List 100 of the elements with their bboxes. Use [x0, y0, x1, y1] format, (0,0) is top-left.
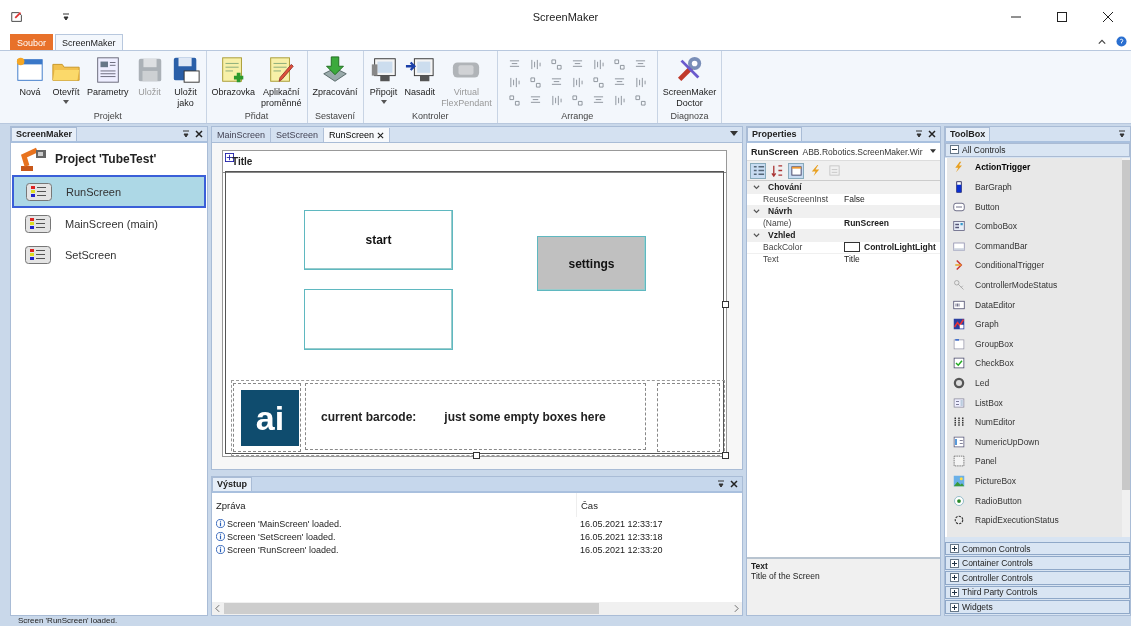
- align-icon: [634, 76, 646, 88]
- close-icon: [1103, 11, 1113, 22]
- toolbox-section[interactable]: Controller Controls: [945, 571, 1130, 585]
- toolbox-item[interactable]: NumericUpDown: [947, 431, 1122, 452]
- pin-icon[interactable]: [1118, 130, 1126, 138]
- dock-tab[interactable]: Properties: [747, 127, 802, 141]
- align-icon: [613, 76, 625, 88]
- column-header[interactable]: Zpráva: [212, 499, 576, 511]
- tree-item[interactable]: RunScreen: [12, 175, 206, 208]
- app-icon[interactable]: [10, 9, 24, 24]
- resize-handle[interactable]: [722, 452, 729, 459]
- radio-icon: [953, 494, 965, 507]
- help-icon[interactable]: [1116, 36, 1127, 47]
- expand-icon: [950, 558, 959, 568]
- ribbon-button[interactable]: Aplikační proměnné: [258, 55, 305, 109]
- toolbox-item[interactable]: Panel: [947, 451, 1122, 472]
- ribbon-button[interactable]: Obrazovka: [208, 55, 259, 98]
- toolbox-section[interactable]: All Controls: [945, 143, 1130, 157]
- toolbox-item[interactable]: CommandBar: [947, 236, 1122, 256]
- toolbox-item[interactable]: DataEditor: [947, 294, 1122, 315]
- sort-button[interactable]: [769, 162, 785, 179]
- toolbox-item[interactable]: Led: [947, 373, 1122, 393]
- group-box-icon: [953, 337, 965, 350]
- property-value[interactable]: False: [844, 194, 865, 204]
- help-text: Title of the Screen: [751, 571, 821, 581]
- align-icon: [634, 94, 646, 106]
- screen-list-icon: [25, 245, 51, 264]
- group-label: Diagnoza: [669, 111, 710, 123]
- resize-handle[interactable]: [722, 301, 729, 308]
- dock-tab[interactable]: Výstup: [212, 477, 252, 491]
- close-icon[interactable]: [195, 130, 203, 138]
- ribbon-button[interactable]: Nasadit: [401, 55, 439, 98]
- led-icon: [953, 377, 965, 389]
- chevron-icon[interactable]: [753, 183, 760, 191]
- vertical-scrollbar[interactable]: [1122, 157, 1130, 537]
- tree-item[interactable]: MainScreen (main): [12, 208, 206, 239]
- toolbox-section[interactable]: Widgets: [945, 600, 1130, 614]
- tree-item[interactable]: SetScreen: [12, 239, 206, 270]
- toolbox-item[interactable]: RapidExecutionStatus: [947, 510, 1122, 530]
- column-header[interactable]: Čas: [576, 493, 598, 517]
- expand-icon: [950, 588, 959, 597]
- pin-icon[interactable]: [915, 130, 923, 138]
- scroll-right-icon[interactable]: [734, 605, 739, 612]
- ribbon-button[interactable]: Otevřít: [48, 55, 84, 104]
- form-button[interactable]: [304, 289, 453, 350]
- properties-button[interactable]: [788, 162, 804, 179]
- toolbox-item[interactable]: ListBox: [947, 392, 1122, 413]
- toolbox-item[interactable]: ActionTrigger: [947, 157, 1122, 178]
- toolbox-item[interactable]: CheckBox: [947, 353, 1122, 374]
- document-tab[interactable]: MainScreen: [212, 128, 272, 142]
- toolbox-item[interactable]: GroupBox: [947, 334, 1122, 354]
- horizontal-scrollbar[interactable]: [212, 602, 742, 615]
- ribbon-button[interactable]: Uložit jako: [167, 55, 204, 109]
- toolbox-item[interactable]: ControllerModeStatus: [947, 275, 1122, 295]
- quick-access-icon[interactable]: [62, 12, 70, 21]
- ribbon-button[interactable]: Parametry: [84, 55, 132, 98]
- toolbox-item[interactable]: Button: [947, 196, 1122, 217]
- close-icon[interactable]: [377, 131, 385, 139]
- close-icon[interactable]: [730, 480, 738, 488]
- align-icon: [613, 58, 625, 70]
- toolbox-item[interactable]: Graph: [947, 314, 1122, 334]
- toolbox-section[interactable]: Container Controls: [945, 556, 1130, 570]
- group-label: Kontroler: [410, 111, 450, 123]
- toolbox-item[interactable]: RadioButton: [947, 490, 1122, 511]
- form-button[interactable]: settings: [537, 236, 646, 291]
- toolbox-section[interactable]: Third Party Controls: [945, 585, 1130, 600]
- chevron-icon[interactable]: [753, 207, 760, 215]
- scroll-left-icon[interactable]: [215, 605, 220, 612]
- group-label: Sestavení: [314, 111, 357, 123]
- dock-tab[interactable]: ScreenMaker: [11, 127, 78, 141]
- property-value[interactable]: Title: [844, 254, 860, 264]
- toolbox-item[interactable]: PictureBox: [947, 471, 1122, 491]
- toolbox-section[interactable]: Common Controls: [945, 541, 1130, 556]
- document-tab[interactable]: RunScreen: [324, 128, 391, 142]
- toolbox-item[interactable]: ConditionalTrigger: [947, 255, 1122, 276]
- categorized-button[interactable]: [750, 162, 766, 179]
- toolbox-item[interactable]: NumEditor: [947, 412, 1122, 432]
- pin-icon[interactable]: [717, 480, 725, 488]
- log-time: 16.05.2021 12:33:18: [579, 531, 663, 542]
- align-icon: [529, 58, 541, 70]
- dropdown-icon[interactable]: [730, 131, 738, 137]
- dock-tab[interactable]: ToolBox: [945, 127, 991, 141]
- pin-icon[interactable]: [182, 130, 190, 138]
- ribbon-tab[interactable]: ScreenMaker: [55, 34, 123, 50]
- ribbon-button[interactable]: ScreenMaker Doctor: [659, 55, 720, 109]
- ribbon-button[interactable]: Připojit: [365, 55, 402, 104]
- chevron-icon[interactable]: [753, 231, 760, 239]
- property-name: (Name): [747, 217, 841, 229]
- collapse-ribbon-icon[interactable]: [1098, 38, 1106, 46]
- toolbox-item[interactable]: ComboBox: [947, 216, 1122, 237]
- close-icon[interactable]: [928, 130, 936, 138]
- toolbox-item[interactable]: BarGraph: [947, 177, 1122, 197]
- form-button[interactable]: start: [304, 210, 453, 270]
- align-icon: [508, 58, 520, 70]
- align-icon: [550, 76, 562, 88]
- ribbon-button[interactable]: Nová: [12, 55, 48, 98]
- ribbon-button[interactable]: Zpracování: [309, 55, 361, 98]
- resize-handle[interactable]: [473, 452, 480, 459]
- move-handle-icon[interactable]: [225, 153, 234, 162]
- window-title: ScreenMaker: [531, 10, 600, 23]
